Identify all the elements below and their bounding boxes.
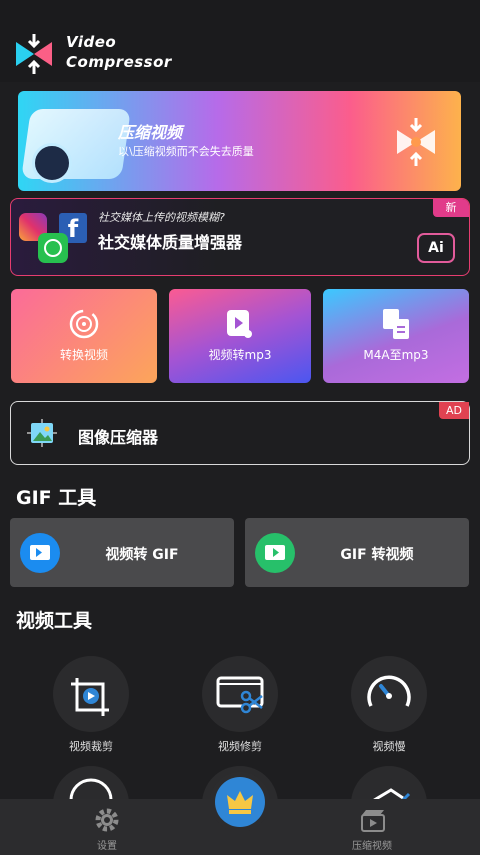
banner-title: 压缩视频 xyxy=(118,123,183,142)
social-media-enhancer-card[interactable]: f 社交媒体上传的视频模糊? 社交媒体质量增强器 新 Ai xyxy=(10,198,470,276)
crop-icon xyxy=(71,678,109,716)
video-to-gif-label: 视频转 GIF xyxy=(105,547,179,563)
video-trim-label: 视频修剪 xyxy=(218,740,262,753)
new-badge: 新 xyxy=(433,199,469,217)
film-reel-icon xyxy=(69,309,99,339)
brand-line2: Compressor xyxy=(66,53,172,71)
card-label: 视频转mp3 xyxy=(208,348,272,362)
gear-icon[interactable] xyxy=(94,807,120,833)
video-slow-label: 视频慢 xyxy=(372,740,406,753)
app-brand: Video Compressor xyxy=(66,32,172,72)
social-title: 社交媒体质量增强器 xyxy=(98,233,243,252)
brand-line1: Video xyxy=(66,33,117,51)
gif-section-title: GIF 工具 xyxy=(16,487,97,509)
video-to-gif-button[interactable]: 视频转 GIF xyxy=(10,518,234,587)
banner-subtitle: 以\压缩视频而不会失去质量 xyxy=(118,145,254,158)
video-tools-title: 视频工具 xyxy=(16,610,93,632)
video-slow-button[interactable] xyxy=(351,656,427,732)
image-compressor-title: 图像压缩器 xyxy=(78,428,159,447)
file-convert-icon xyxy=(383,309,409,339)
app-logo-icon xyxy=(16,34,52,74)
video-to-mp3-card[interactable]: 视频转mp3 xyxy=(169,289,311,383)
compress-icon xyxy=(397,118,435,166)
crown-icon xyxy=(227,791,253,814)
video-crop-button[interactable] xyxy=(53,656,129,732)
image-compress-icon xyxy=(27,419,57,447)
nav-compress-label[interactable]: 压缩视频 xyxy=(352,837,392,852)
compress-video-banner[interactable]: 压缩视频 以\压缩视频而不会失去质量 xyxy=(18,91,461,191)
video-clapper-icon[interactable] xyxy=(360,807,386,833)
gif-to-video-button[interactable]: GIF 转视频 xyxy=(245,518,469,587)
convert-video-card[interactable]: 转换视频 xyxy=(11,289,157,383)
social-question: 社交媒体上传的视频模糊? xyxy=(98,211,225,224)
video-crop-label: 视频裁剪 xyxy=(69,740,113,753)
nav-settings-label[interactable]: 设置 xyxy=(97,837,117,852)
image-compressor-card[interactable]: 图像压缩器 AD xyxy=(10,401,470,465)
video-trim-button[interactable] xyxy=(202,656,278,732)
ad-badge: AD xyxy=(439,402,469,419)
m4a-to-mp3-card[interactable]: M4A至mp3 xyxy=(323,289,469,383)
premium-fab-button[interactable] xyxy=(215,777,265,827)
whatsapp-icon xyxy=(38,233,68,263)
scissors-icon xyxy=(216,676,264,714)
speedometer-icon xyxy=(367,675,411,707)
top-bar: Video Compressor xyxy=(0,0,480,82)
card-label: 转换视频 xyxy=(59,348,108,362)
video-music-icon xyxy=(227,310,252,338)
card-label: M4A至mp3 xyxy=(363,348,429,362)
gif-to-video-label: GIF 转视频 xyxy=(340,547,414,563)
lens-illustration xyxy=(32,143,72,183)
ai-icon: Ai xyxy=(417,233,455,263)
